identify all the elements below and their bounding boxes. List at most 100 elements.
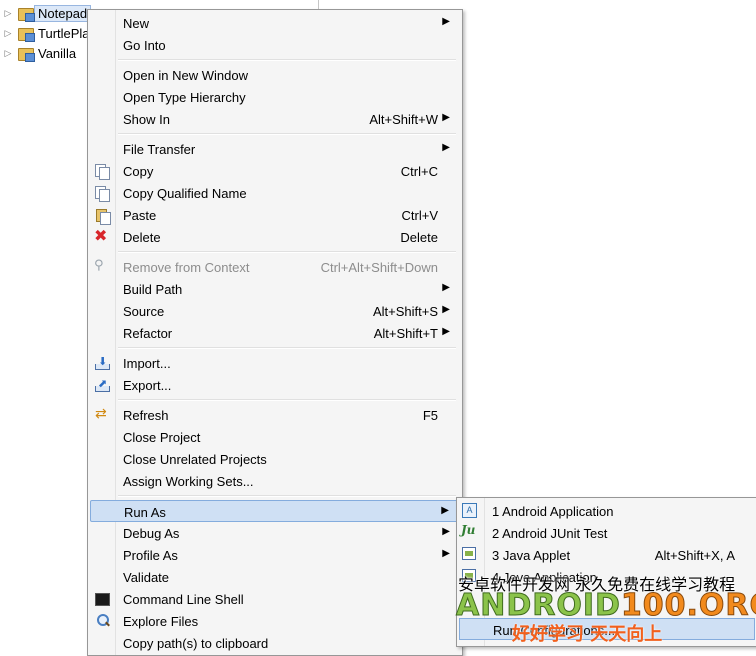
menu-item-refactor[interactable]: Refactor Alt+Shift+T ▶ [90,322,458,344]
submenu-arrow-icon: ▶ [442,526,450,537]
menu-item-build-path[interactable]: Build Path ▶ [90,278,458,300]
menu-item-copy[interactable]: Copy Ctrl+C [90,160,458,182]
menu-item-import[interactable]: ⬇ Import... [90,352,458,374]
shortcut-text: Ctrl+Alt+Shift+Down [320,260,438,275]
submenu-arrow-icon: ▶ [442,16,450,27]
submenu-item-label: 1 Android Application [492,504,614,519]
menu-item-label: Copy path(s) to clipboard [123,636,269,651]
menu-item-close-unrelated-projects[interactable]: Close Unrelated Projects [90,448,458,470]
menu-item-label: Paste [123,208,157,223]
menu-item-open-in-new-window[interactable]: Open in New Window [90,64,458,86]
menu-item-label: Run As [124,505,166,520]
terminal-icon [94,591,110,607]
menu-item-paste[interactable]: Paste Ctrl+V [90,204,458,226]
menu-item-debug-as[interactable]: Debug As ▶ [90,522,458,544]
menu-separator [118,251,456,253]
submenu-item-android-application[interactable]: A 1 Android Application [459,500,755,522]
tree-item-notepad[interactable]: ▷ Notepad [0,3,92,23]
submenu-arrow-icon: ▶ [442,112,450,123]
remove-context-icon: ⚲ [94,258,104,273]
menu-item-label: Open in New Window [123,68,248,83]
export-icon: ⬈ [94,377,110,393]
menu-item-profile-as[interactable]: Profile As ▶ [90,544,458,566]
menu-item-show-in[interactable]: Show In Alt+Shift+W ▶ [90,108,458,130]
expand-arrow-icon[interactable]: ▷ [2,28,14,39]
android-project-icon [17,5,35,22]
refresh-icon: ⇄ [95,406,107,422]
android-application-icon: A [462,503,477,518]
menu-item-copy-paths[interactable]: Copy path(s) to clipboard [90,632,458,654]
android-project-icon [17,25,35,42]
paste-icon [94,207,111,225]
menu-item-source[interactable]: Source Alt+Shift+S ▶ [90,300,458,322]
submenu-item-label: 2 Android JUnit Test [492,526,608,541]
menu-item-refresh[interactable]: ⇄ Refresh F5 [90,404,458,426]
menu-item-label: Command Line Shell [123,592,244,607]
tree-item-vanilla[interactable]: ▷ Vanilla [0,43,76,63]
delete-icon: ✖ [94,226,108,245]
menu-item-label: New [123,16,150,31]
menu-item-delete[interactable]: ✖ Delete Delete [90,226,458,248]
android-project-icon [17,45,35,62]
menu-item-label: Explore Files [123,614,199,629]
submenu-arrow-icon: ▶ [441,505,449,516]
menu-item-copy-qualified-name[interactable]: Copy Qualified Name [90,182,458,204]
submenu-arrow-icon: ▶ [442,548,450,559]
menu-item-remove-from-context[interactable]: ⚲ Remove from Context Ctrl+Alt+Shift+Dow… [90,256,458,278]
menu-item-label: Build Path [123,282,183,297]
menu-item-label: Delete [123,230,161,245]
menu-item-label: Refactor [123,326,173,341]
submenu-item-android-junit-test[interactable]: Ju 2 Android JUnit Test [459,522,755,544]
submenu-arrow-icon: ▶ [442,326,450,337]
menu-separator [118,495,456,497]
menu-item-file-transfer[interactable]: File Transfer ▶ [90,138,458,160]
menu-separator [118,59,456,61]
menu-item-explore-files[interactable]: Explore Files [90,610,458,632]
menu-separator [118,133,456,135]
submenu-arrow-icon: ▶ [442,304,450,315]
menu-separator [118,399,456,401]
shortcut-text: Alt+Shift+X, A [654,548,735,563]
menu-item-label: Import... [123,356,171,371]
magnifier-icon [94,613,110,629]
menu-item-label: Go Into [123,38,166,53]
watermark-slogan: 好好学习 天天向上 [512,624,663,645]
shortcut-text: Delete [400,230,438,245]
shortcut-text: Ctrl+V [401,208,438,223]
import-icon: ⬇ [94,355,110,371]
menu-item-open-type-hierarchy[interactable]: Open Type Hierarchy [90,86,458,108]
menu-item-label: Export... [123,378,172,393]
copy-qualified-name-icon [94,185,110,202]
submenu-item-java-applet[interactable]: 3 Java Applet Alt+Shift+X, A [459,544,755,566]
menu-item-assign-working-sets[interactable]: Assign Working Sets... [90,470,458,492]
menu-item-label: File Transfer [123,142,196,157]
menu-item-label: Copy Qualified Name [123,186,247,201]
expand-arrow-icon[interactable]: ▷ [2,8,14,19]
tree-item-label: TurtlePla [38,25,90,41]
menu-item-label: Close Unrelated Projects [123,452,267,467]
menu-item-export[interactable]: ⬈ Export... [90,374,458,396]
tree-item-turtleplayer[interactable]: ▷ TurtlePla [0,23,90,43]
menu-item-validate[interactable]: Validate [90,566,458,588]
menu-item-close-project[interactable]: Close Project [90,426,458,448]
menu-item-label: Remove from Context [123,260,250,275]
java-applet-icon [462,547,476,560]
menu-item-label: Profile As [123,548,178,563]
menu-item-label: Validate [123,570,170,585]
copy-icon [94,163,110,180]
watermark-logo-green: ANDROID [456,588,621,623]
menu-item-command-line-shell[interactable]: Command Line Shell [90,588,458,610]
menu-item-label: Close Project [123,430,201,445]
menu-item-label: Source [123,304,165,319]
menu-item-run-as[interactable]: Run As ▶ [90,500,458,522]
tree-item-label: Notepad [34,4,92,22]
expand-arrow-icon[interactable]: ▷ [2,48,14,59]
shortcut-text: Alt+Shift+T [373,326,438,341]
menu-item-new[interactable]: New ▶ [90,12,458,34]
menu-item-label: Copy [123,164,154,179]
menu-item-go-into[interactable]: Go Into [90,34,458,56]
menu-separator [118,347,456,349]
menu-item-label: Show In [123,112,170,127]
junit-icon: Ju [461,523,476,537]
shortcut-text: Alt+Shift+S [372,304,438,319]
